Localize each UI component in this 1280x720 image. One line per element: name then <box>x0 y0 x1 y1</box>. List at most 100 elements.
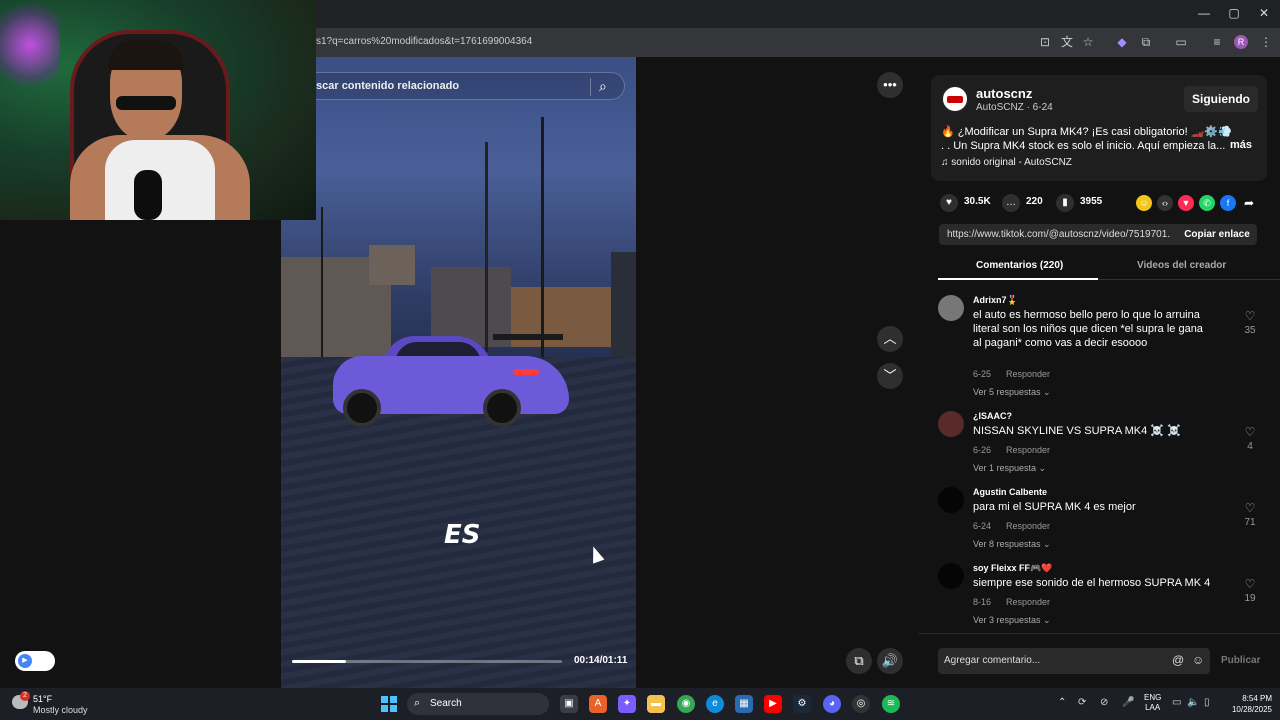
copy-link-button[interactable]: Copiar enlace <box>1177 224 1257 245</box>
battery-icon[interactable]: ▯ <box>1204 697 1210 708</box>
comment-like-icon[interactable]: ♡ <box>1243 577 1257 591</box>
file-explorer-icon[interactable]: ▬ <box>647 695 665 713</box>
tab-search-icon[interactable]: ≡ <box>1209 34 1225 50</box>
maximize-button[interactable]: ▢ <box>1219 6 1249 20</box>
reply-button[interactable]: Responder <box>1006 597 1050 607</box>
comment-like-icon[interactable]: ♡ <box>1243 425 1257 439</box>
commenter-name[interactable]: Agustin Calbente <box>973 487 1047 497</box>
mention-icon[interactable]: @ <box>1172 653 1184 667</box>
author-avatar[interactable] <box>941 85 969 113</box>
more-options-icon[interactable]: ••• <box>877 72 903 98</box>
discord-icon[interactable]: ◕ <box>823 695 841 713</box>
commenter-avatar[interactable] <box>938 563 964 589</box>
view-replies-link[interactable]: Ver 1 respuesta ⌄ <box>973 463 1046 474</box>
video-player[interactable]: scar contenido relacionado ⌕ ES 00:14/01… <box>281 57 636 688</box>
previous-video-button[interactable]: ︿ <box>877 326 903 352</box>
comment-like-count: 4 <box>1247 441 1253 452</box>
obs-icon[interactable]: ◎ <box>852 695 870 713</box>
comment-placeholder: Agregar comentario... <box>944 655 1041 666</box>
reply-button[interactable]: Responder <box>1006 445 1050 455</box>
view-replies-link[interactable]: Ver 5 respuestas ⌄ <box>973 387 1051 398</box>
view-replies-link[interactable]: Ver 3 respuestas ⌄ <box>973 615 1051 626</box>
microphone-icon[interactable]: 🎤 <box>1122 697 1134 708</box>
weather-description[interactable]: Mostly cloudy <box>33 705 88 715</box>
extension-icon[interactable]: ◆ <box>1114 34 1130 50</box>
close-window-button[interactable]: ✕ <box>1249 6 1279 20</box>
windows-start-icon[interactable] <box>381 696 397 712</box>
bookmark-icon[interactable]: ▮ <box>1056 194 1074 212</box>
copilot-icon[interactable]: ✦ <box>618 695 636 713</box>
task-view-icon[interactable]: ▣ <box>560 695 578 713</box>
comment-date: 8-16 <box>973 597 992 607</box>
commenter-avatar[interactable] <box>938 411 964 437</box>
floating-player-icon[interactable]: ⧉ <box>846 648 872 674</box>
commenter-name[interactable]: ¿ISAAC? <box>973 411 1012 421</box>
tab-comments[interactable]: Comentarios (220) <box>976 260 1063 271</box>
sound-link[interactable]: ♫ sonido original - AutoSCNZ <box>941 157 1072 168</box>
tray-overflow-icon[interactable]: ⌃ <box>1058 697 1066 708</box>
url-field[interactable]: s1?q=carros%20modificados&t=176169900436… <box>316 36 532 47</box>
spotify-icon[interactable]: ≋ <box>882 695 900 713</box>
comment-item: ¿ISAAC? NISSAN SKYLINE VS SUPRA MK4 ☠️ ☠… <box>938 411 1268 481</box>
commenter-name[interactable]: Adrixn7🎖️ <box>973 295 1018 306</box>
translate-icon[interactable]: 文 <box>1059 34 1075 50</box>
volume-icon[interactable]: 🔈 <box>1187 697 1199 708</box>
extensions-puzzle-icon[interactable]: ⧉ <box>1138 34 1154 50</box>
view-replies-link[interactable]: Ver 8 respuestas ⌄ <box>973 539 1051 550</box>
bookmark-star-icon[interactable]: ☆ <box>1080 34 1096 50</box>
extension-toggle[interactable]: ▶ <box>15 651 55 671</box>
share-arrow-icon[interactable]: ➦ <box>1241 195 1257 211</box>
next-video-button[interactable]: ﹀ <box>877 363 903 389</box>
description-more-link[interactable]: más <box>1230 139 1252 151</box>
taskbar-search[interactable]: ⌕ Search <box>407 693 549 715</box>
minimize-button[interactable]: — <box>1189 6 1219 20</box>
comment-like-icon[interactable]: ♡ <box>1243 501 1257 515</box>
author-username[interactable]: autoscnz <box>976 86 1032 101</box>
input-language[interactable]: ENG LAA <box>1144 693 1161 713</box>
app-icon[interactable]: A <box>589 695 607 713</box>
sync-icon[interactable]: ⟳ <box>1078 697 1086 708</box>
edge-icon[interactable]: e <box>706 695 724 713</box>
chrome-icon[interactable]: ◉ <box>677 695 695 713</box>
embed-icon[interactable]: ‹› <box>1157 195 1173 211</box>
reply-button[interactable]: Responder <box>1006 521 1050 531</box>
comment-input[interactable]: Agregar comentario... @ ☺ <box>938 648 1210 674</box>
language-code: ENG <box>1144 693 1162 702</box>
profile-avatar[interactable]: R <box>1234 35 1248 49</box>
friends-share-icon[interactable]: ☺ <box>1136 195 1152 211</box>
commenter-avatar[interactable] <box>938 487 964 513</box>
display-icon[interactable]: ▭ <box>1172 697 1181 708</box>
facebook-icon[interactable]: f <box>1220 195 1236 211</box>
whatsapp-icon[interactable]: ✆ <box>1199 195 1215 211</box>
send-icon[interactable]: ▼ <box>1178 195 1194 211</box>
commenter-avatar[interactable] <box>938 295 964 321</box>
heart-icon[interactable]: ♥ <box>940 194 958 212</box>
browser-menu-icon[interactable]: ⋮ <box>1258 34 1274 50</box>
video-link-url[interactable]: https://www.tiktok.com/@autoscnz/video/7… <box>947 229 1171 240</box>
network-off-icon[interactable]: ⊘ <box>1100 697 1108 708</box>
search-icon[interactable]: ⌕ <box>599 78 607 95</box>
following-button[interactable]: Siguiendo <box>1184 86 1258 112</box>
street-lamp <box>485 142 488 352</box>
sidebar-icon[interactable]: ▭ <box>1173 34 1189 50</box>
system-clock[interactable]: 8:54 PM 10/28/2025 <box>1224 693 1272 715</box>
tab-creator-videos[interactable]: Videos del creador <box>1137 260 1226 271</box>
engagement-stats: ♥ 30.5K … 220 ▮ 3955 ☺ ‹› ▼ ✆ f ➦ <box>940 194 1270 214</box>
video-progress-bar[interactable] <box>292 660 562 663</box>
volume-icon[interactable]: 🔊 <box>877 648 903 674</box>
emoji-icon[interactable]: ☺ <box>1192 653 1204 667</box>
car-spoiler <box>493 334 563 340</box>
notification-badge: 2 <box>20 691 30 701</box>
search-icon: ⌕ <box>414 697 421 709</box>
store-icon[interactable]: ▦ <box>735 695 753 713</box>
steam-icon[interactable]: ⚙ <box>793 695 811 713</box>
commenter-name[interactable]: soy Fleixx FF🎮❤️ <box>973 563 1052 574</box>
youtube-icon[interactable]: ▶ <box>764 695 782 713</box>
related-search-bar[interactable]: scar contenido relacionado ⌕ <box>281 72 625 100</box>
reply-button[interactable]: Responder <box>1006 369 1050 379</box>
comment-like-icon[interactable]: ♡ <box>1243 309 1257 323</box>
weather-temperature[interactable]: 51°F <box>33 694 52 704</box>
install-app-icon[interactable]: ⊡ <box>1037 34 1053 50</box>
publish-button[interactable]: Publicar <box>1221 655 1260 666</box>
comment-icon[interactable]: … <box>1002 194 1020 212</box>
